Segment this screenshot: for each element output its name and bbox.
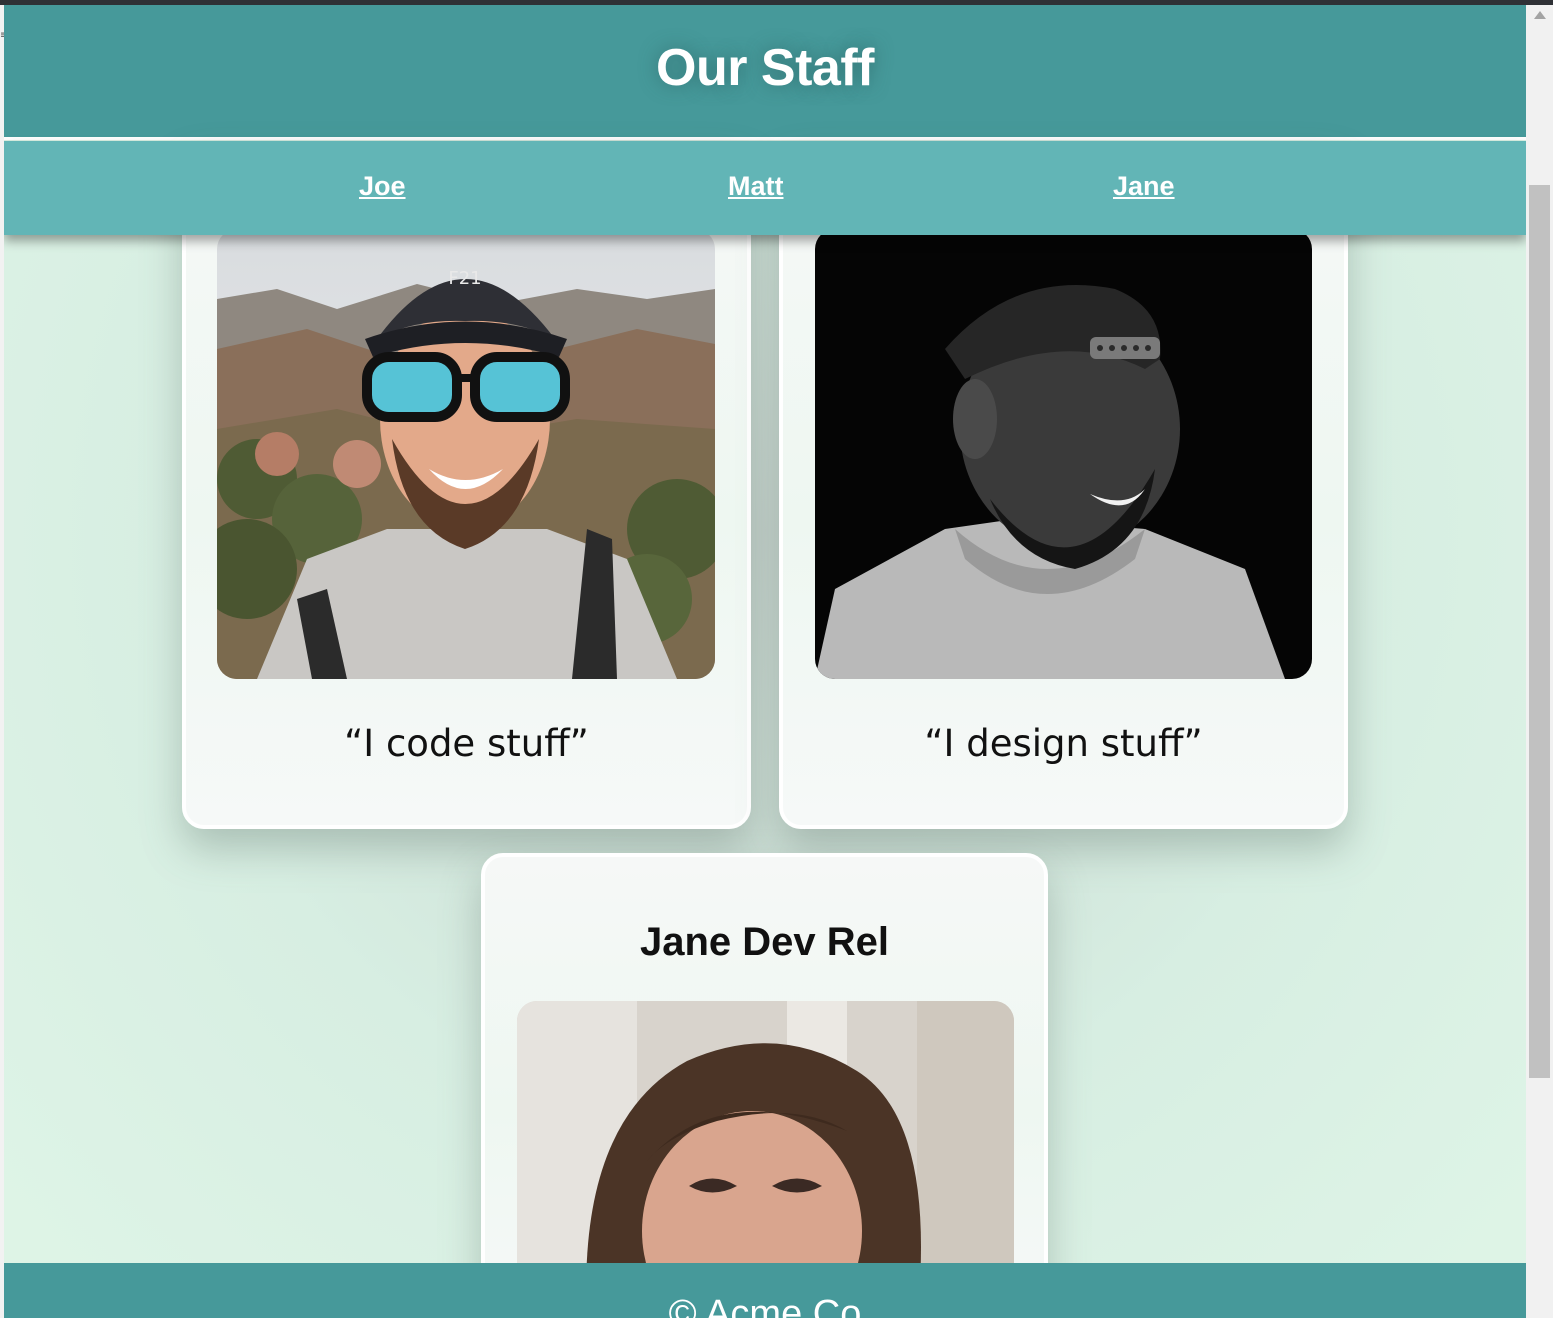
nav-link-jane[interactable]: Jane bbox=[1113, 171, 1175, 202]
page-scrollbar[interactable] bbox=[1526, 5, 1553, 1318]
site-header: Our Staff bbox=[4, 5, 1526, 140]
staff-card-matt: “I design stuff” bbox=[779, 145, 1348, 829]
footer-copyright: © Acme Co bbox=[668, 1293, 862, 1318]
scroll-thumb[interactable] bbox=[1529, 185, 1550, 1078]
staff-nav: Joe Matt Jane bbox=[4, 141, 1526, 235]
page-title: Our Staff bbox=[656, 39, 874, 97]
site-footer: © Acme Co bbox=[4, 1263, 1526, 1318]
joe-quote: “I code stuff” bbox=[344, 722, 589, 765]
matt-quote: “I design stuff” bbox=[924, 722, 1203, 765]
staff-card-jane: Jane Dev Rel bbox=[481, 853, 1048, 1318]
matt-photo bbox=[815, 229, 1312, 679]
joe-photo: F21 bbox=[217, 229, 715, 679]
page-viewport: Our Staff Joe Matt Jane F21 “I code stuf… bbox=[4, 5, 1526, 1318]
svg-text:F21: F21 bbox=[448, 268, 481, 289]
nav-link-joe[interactable]: Joe bbox=[359, 171, 406, 202]
nav-link-matt[interactable]: Matt bbox=[728, 171, 784, 202]
staff-card-joe: F21 “I code stuff” bbox=[182, 145, 751, 829]
jane-title: Jane Dev Rel bbox=[639, 920, 890, 964]
scroll-up-arrow-icon[interactable] bbox=[1534, 11, 1546, 19]
